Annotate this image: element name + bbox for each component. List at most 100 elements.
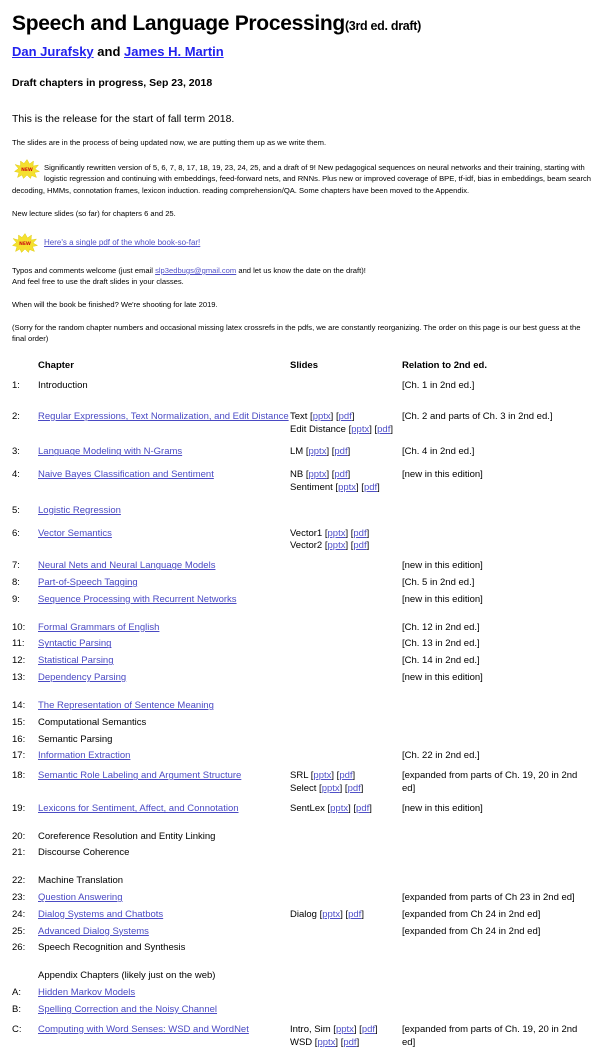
relation-cell: [expanded from parts of Ch. 19, 20 in 2n… (402, 770, 578, 794)
slide-entry: NB [pptx] [pdf] (290, 469, 351, 481)
chapter-link[interactable]: Neural Nets and Neural Language Models (38, 560, 215, 571)
chapter-link[interactable]: Dependency Parsing (38, 672, 126, 683)
slide-pptx-link[interactable]: pptx (336, 1024, 354, 1035)
chapter-link[interactable]: Lexicons for Sentiment, Affect, and Conn… (38, 803, 239, 814)
chapter-link[interactable]: Regular Expressions, Text Normalization,… (38, 411, 289, 422)
table-row: 8: Part-of-Speech Tagging [Ch. 5 in 2nd ed… (12, 575, 592, 592)
relation-cell: [expanded from parts of Ch. 19, 20 in 2n… (402, 1023, 578, 1048)
author-link-dan-jurafsky[interactable]: Dan Jurafsky (12, 44, 94, 59)
relation-cell: [new in this edition] (402, 672, 483, 684)
slides-cell: SRL [pptx] [pdf] Select [pptx] [pdf] (290, 765, 402, 801)
chapter-link[interactable]: Spelling Correction and the Noisy Channe… (38, 1004, 217, 1015)
chapter-link[interactable]: Sequence Processing with Recurrent Netwo… (38, 594, 237, 605)
chapters-table-body: 1: Introduction [Ch. 1 in 2nd ed.] 2: Regula… (12, 378, 592, 1054)
chapter-link[interactable]: Part-of-Speech Tagging (38, 577, 138, 588)
relation-cell (402, 698, 592, 715)
table-row: 4: Naive Bayes Classification and Sentime… (12, 464, 592, 500)
new-starburst-icon-pdf: NEW (12, 233, 38, 253)
slide-pdf-link[interactable]: pdf (343, 1037, 356, 1048)
chapter-link[interactable]: Computing with Word Senses: WSD and Word… (38, 1024, 249, 1035)
slide-pptx-link[interactable]: pptx (322, 783, 340, 794)
relation-cell: [new in this edition] (402, 802, 483, 814)
slide-pdf-link[interactable]: pdf (353, 540, 366, 551)
relation-cell: [new in this edition] (402, 593, 483, 605)
chapter-link[interactable]: Question Answering (38, 892, 123, 903)
slide-pptx-link[interactable]: pptx (322, 909, 340, 920)
row-spacer (12, 818, 592, 829)
book-finish-note: When will the book be finished? We're sh… (12, 299, 218, 309)
single-pdf-link[interactable]: Here's a single pdf of the whole book-so… (44, 238, 200, 247)
chapter-link[interactable]: Dialog Systems and Chatbots (38, 909, 163, 920)
chapter-link[interactable]: Statistical Parsing (38, 655, 114, 666)
chapter-link[interactable]: Logistic Regression (38, 505, 121, 516)
slide-pdf-link[interactable]: pdf (339, 411, 352, 422)
slide-pdf-link[interactable]: pdf (356, 803, 369, 814)
slides-cell (290, 1002, 402, 1019)
new-lecture-slides-note: New lecture slides (so far) for chapters… (12, 208, 176, 218)
slide-pdf-link[interactable]: pdf (348, 783, 361, 794)
chapters-table: Chapter Slides Relation to 2nd ed. 1: Int… (12, 360, 592, 1054)
row-spacer (12, 609, 592, 620)
chapter-number: 22: (12, 875, 26, 887)
chapter-link[interactable]: Semantic Role Labeling and Argument Stru… (38, 770, 241, 781)
slide-pdf-link[interactable]: pdf (364, 482, 377, 493)
chapter-link[interactable]: Advanced Dialog Systems (38, 926, 149, 937)
slide-pptx-link[interactable]: pptx (351, 424, 369, 435)
slide-pdf-link[interactable]: pdf (353, 528, 366, 539)
header-num (12, 360, 38, 378)
chapter-cell: Syntactic Parsing (38, 636, 290, 653)
chapter-link[interactable]: Naive Bayes Classification and Sentiment (38, 469, 214, 480)
chapter-cell: Lexicons for Sentiment, Affect, and Conn… (38, 801, 290, 818)
chapter-link[interactable]: Information Extraction (38, 750, 130, 761)
slide-pptx-link[interactable]: pptx (317, 1037, 335, 1048)
typos-suffix: and let us know the date on the draft)! (236, 265, 366, 275)
table-row: 5: Logistic Regression (12, 500, 592, 523)
chapter-number: 24: (12, 908, 26, 920)
slides-cell (290, 558, 402, 575)
slide-pdf-link[interactable]: pdf (334, 469, 347, 480)
chapter-link[interactable]: Vector Semantics (38, 528, 112, 539)
chapter-link[interactable]: The Representation of Sentence Meaning (38, 700, 214, 711)
slide-pptx-link[interactable]: pptx (313, 770, 331, 781)
slide-pptx-link[interactable]: pptx (308, 446, 326, 457)
table-row: 25: Advanced Dialog Systems [expanded from… (12, 924, 592, 941)
chapter-label: Speech Recognition and Synthesis (38, 942, 186, 954)
chapter-number: 8: (12, 577, 20, 589)
chapter-number: 17: (12, 750, 26, 762)
slides-cell (290, 378, 402, 395)
slide-pdf-link[interactable]: pdf (339, 770, 352, 781)
relation-cell (402, 985, 592, 1002)
slide-entry: Sentiment [pptx] [pdf] (290, 481, 380, 493)
slide-pptx-link[interactable]: pptx (330, 803, 348, 814)
page-root: Speech and Language Processing(3rd ed. d… (0, 0, 604, 1054)
new-starburst-icon: NEW (14, 158, 40, 179)
chapter-cell: Logistic Regression (38, 500, 290, 523)
slide-pptx-link[interactable]: pptx (313, 411, 331, 422)
chapter-number: 1: (12, 379, 20, 391)
slides-cell (290, 940, 402, 957)
header-relation: Relation to 2nd ed. (402, 359, 487, 371)
slide-pptx-link[interactable]: pptx (338, 482, 356, 493)
slide-pptx-link[interactable]: pptx (308, 469, 326, 480)
slide-pdf-link[interactable]: pdf (348, 909, 361, 920)
author-link-james-martin[interactable]: James H. Martin (124, 44, 224, 59)
chapter-link[interactable]: Syntactic Parsing (38, 638, 111, 649)
chapter-cell: Introduction (38, 378, 290, 395)
slide-entry: Text [pptx] [pdf] (290, 410, 355, 422)
slides-cell (290, 636, 402, 653)
slides-cell (290, 653, 402, 670)
slide-entry: WSD [pptx] [pdf] (290, 1036, 360, 1048)
chapter-cell: Semantic Parsing (38, 732, 290, 749)
chapter-link[interactable]: Formal Grammars of English (38, 622, 159, 633)
slide-pdf-link[interactable]: pdf (362, 1024, 375, 1035)
bugs-email-link[interactable]: slp3edbugs@gmail.com (155, 266, 236, 275)
slide-pdf-link[interactable]: pdf (334, 446, 347, 457)
relation-cell: [expanded from Ch 24 in 2nd ed] (402, 925, 541, 937)
slide-pdf-link[interactable]: pdf (377, 424, 390, 435)
chapter-link[interactable]: Language Modeling with N-Grams (38, 446, 182, 457)
chapter-link[interactable]: Hidden Markov Models (38, 987, 135, 998)
chapter-number: 4: (12, 469, 20, 481)
slide-pptx-link[interactable]: pptx (328, 528, 346, 539)
chapter-cell: Formal Grammars of English (38, 620, 290, 637)
slide-pptx-link[interactable]: pptx (328, 540, 346, 551)
